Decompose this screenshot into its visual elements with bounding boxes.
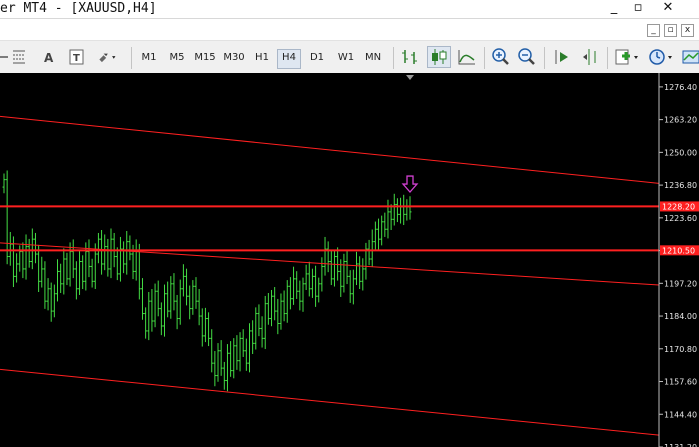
price-axis-label: 1184.00: [664, 312, 697, 321]
price-chart[interactable]: 1276.40 1263.20 1250.00 1236.80 1223.60 1210.…: [0, 73, 699, 447]
zoom-out-icon[interactable]: [516, 47, 538, 67]
doc-restore-button[interactable]: ▫: [664, 24, 677, 37]
toolbar-separator: [393, 47, 394, 69]
doc-close-button[interactable]: x: [681, 24, 694, 37]
main-toolbar: A T M1 M5 M15 M30 H1 H4 D1 W1 MN: [0, 40, 699, 74]
price-axis-label: 1263.20: [664, 116, 697, 125]
price-axis-label: 1236.80: [664, 181, 697, 190]
price-tag-label: 1228.20: [662, 202, 695, 211]
fibonacci-tool-icon[interactable]: [10, 47, 32, 67]
price-axis-label: 1276.40: [664, 83, 697, 92]
text-label-tool-icon[interactable]: T: [66, 47, 88, 67]
svg-text:T: T: [73, 53, 80, 64]
price-axis-label: 1223.60: [664, 214, 697, 223]
timeframe-h4-button[interactable]: H4: [277, 49, 301, 69]
price-axis-label: 1144.40: [664, 410, 697, 419]
timeframe-w1-button[interactable]: W1: [335, 49, 357, 67]
toolbar-separator: [544, 47, 545, 69]
window-title: er MT4 - [XAUUSD,H4]: [0, 1, 157, 16]
periodicity-clock-icon[interactable]: [647, 47, 675, 67]
window-titlebar: er MT4 - [XAUUSD,H4] _ ▫ ✕: [0, 0, 699, 19]
line-chart-icon[interactable]: [456, 47, 478, 67]
doc-minimize-button[interactable]: _: [647, 24, 660, 37]
timeframe-mn-button[interactable]: MN: [362, 49, 384, 67]
close-button[interactable]: ✕: [657, 0, 679, 17]
price-axis-label: 1157.60: [664, 378, 697, 387]
price-axis-label: 1250.00: [664, 148, 697, 157]
price-axis-label: 1131.20: [664, 443, 697, 447]
timeframe-d1-button[interactable]: D1: [306, 49, 328, 67]
zoom-in-icon[interactable]: [490, 47, 512, 67]
toolbar-separator: [607, 47, 608, 69]
candlestick-chart-icon[interactable]: [427, 46, 451, 68]
document-controls-strip: _ ▫ x: [0, 19, 699, 40]
timeframe-m1-button[interactable]: M1: [138, 49, 160, 67]
bar-chart-icon[interactable]: [400, 47, 422, 67]
price-axis-label: 1197.20: [664, 279, 697, 288]
text-tool-icon[interactable]: A: [38, 47, 60, 67]
svg-text:A: A: [44, 51, 54, 65]
auto-scroll-icon[interactable]: [552, 47, 574, 67]
price-axis-label: 1170.80: [664, 345, 697, 354]
templates-icon[interactable]: [680, 47, 699, 67]
timeframe-m30-button[interactable]: M30: [222, 49, 246, 67]
indicators-icon[interactable]: [613, 47, 641, 67]
price-tag-label: 1210.50: [662, 246, 695, 255]
toolbar-separator: [484, 47, 485, 69]
timeframe-m15-button[interactable]: M15: [193, 49, 217, 67]
timeframe-m5-button[interactable]: M5: [166, 49, 188, 67]
chart-shift-icon[interactable]: [580, 47, 602, 67]
toolbar-separator: [131, 47, 132, 69]
minimize-button[interactable]: _: [603, 0, 625, 17]
maximize-button[interactable]: ▫: [627, 0, 649, 17]
arrows-tool-icon[interactable]: [96, 47, 118, 67]
timeframe-h1-button[interactable]: H1: [251, 49, 273, 67]
